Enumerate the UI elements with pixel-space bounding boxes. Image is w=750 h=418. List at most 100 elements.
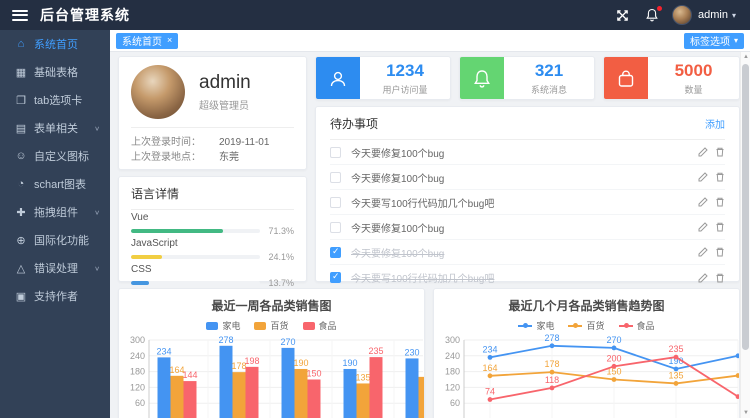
edit-icon[interactable] xyxy=(698,147,708,157)
edit-icon[interactable] xyxy=(698,273,708,283)
progress-fill xyxy=(131,255,162,259)
delete-icon[interactable] xyxy=(715,273,725,283)
bell-icon xyxy=(460,57,504,100)
todo-add-button[interactable]: 添加 xyxy=(705,116,725,131)
sidebar-item-custom-icons[interactable]: ☺ 自定义图标 xyxy=(0,142,110,170)
todo-checkbox[interactable] xyxy=(330,272,341,283)
legend-swatch xyxy=(254,322,266,330)
stat-card-quantity: 5000 数量 xyxy=(603,56,740,100)
svg-text:278: 278 xyxy=(544,334,559,343)
todo-text: 今天要修复100个bug xyxy=(351,220,444,235)
sidebar-item-label: tab选项卡 xyxy=(34,92,82,108)
home-icon: ⌂ xyxy=(14,38,28,50)
edit-icon[interactable] xyxy=(698,197,708,207)
top-header: 后台管理系统 admin ▾ xyxy=(0,0,750,30)
sidebar-item-schart[interactable]: ◔ schart图表 xyxy=(0,170,110,198)
edit-icon[interactable] xyxy=(698,222,708,232)
tag-bar: 系统首页 × 标签选项 ▾ xyxy=(110,30,750,52)
divider xyxy=(131,127,294,128)
svg-text:200: 200 xyxy=(606,353,621,363)
line-chart: 6012018024030023427827019016417815013574… xyxy=(434,334,739,418)
line-chart-title: 最近几个月各品类销售趋势图 xyxy=(434,297,739,314)
sidebar-item-drag[interactable]: ✚ 拖拽组件 ∨ xyxy=(0,198,110,226)
sidebar-item-label: 拖拽组件 xyxy=(34,204,78,220)
language-row-javascript: JavaScript 24.1% xyxy=(131,238,294,262)
svg-text:74: 74 xyxy=(485,387,495,397)
legend-item[interactable]: 百货 xyxy=(568,319,604,332)
language-row-vue: Vue 71.3% xyxy=(131,212,294,236)
sidebar-item-tabs[interactable]: ❐ tab选项卡 xyxy=(0,86,110,114)
svg-text:60: 60 xyxy=(450,398,460,408)
bar-chart-card: 最近一周各品类销售图 家电 百货 食品 60120180240300234278… xyxy=(118,288,425,418)
svg-text:120: 120 xyxy=(130,382,145,392)
scroll-down-arrow[interactable]: ▼ xyxy=(741,408,750,418)
todo-item: 今天要修复100个bug xyxy=(330,165,725,190)
close-icon[interactable]: × xyxy=(167,36,172,45)
svg-text:278: 278 xyxy=(218,335,233,345)
notification-bell-icon[interactable] xyxy=(644,7,660,23)
fullscreen-icon[interactable] xyxy=(614,7,630,23)
stat-value: 5000 xyxy=(675,61,713,81)
language-row-css: CSS 13.7% xyxy=(131,264,294,288)
legend-item[interactable]: 家电 xyxy=(206,319,240,332)
todo-checkbox[interactable] xyxy=(330,197,341,208)
app-window: 后台管理系统 admin ▾ ⌂ 系统首页 ▦ 基础表格 ❐ tab选项卡 xyxy=(0,0,750,418)
sidebar-item-support[interactable]: ▣ 支持作者 xyxy=(0,282,110,310)
todo-checkbox[interactable] xyxy=(330,247,341,258)
svg-text:60: 60 xyxy=(135,398,145,408)
divider xyxy=(131,209,294,210)
todo-checkbox[interactable] xyxy=(330,222,341,233)
legend-item[interactable]: 食品 xyxy=(303,319,337,332)
progress-fill xyxy=(131,229,223,233)
todo-text: 今天要写100行代码加几个bug吧 xyxy=(351,270,494,285)
chevron-down-icon: ▾ xyxy=(734,36,738,45)
sidebar-item-forms[interactable]: ▤ 表单相关 ∨ xyxy=(0,114,110,142)
scrollbar-thumb[interactable] xyxy=(742,64,749,350)
avatar[interactable] xyxy=(672,5,692,25)
svg-text:270: 270 xyxy=(606,335,621,345)
todo-checkbox[interactable] xyxy=(330,147,341,158)
sidebar-item-i18n[interactable]: ⊕ 国际化功能 xyxy=(0,226,110,254)
legend-swatch xyxy=(206,322,218,330)
profile-avatar xyxy=(131,65,185,119)
sidebar-item-error[interactable]: △ 错误处理 ∨ xyxy=(0,254,110,282)
stat-value: 1234 xyxy=(386,61,424,81)
chevron-down-icon[interactable]: ▾ xyxy=(732,11,736,20)
form-icon: ▤ xyxy=(14,122,28,135)
scroll-up-arrow[interactable]: ▲ xyxy=(741,52,750,62)
edit-icon[interactable] xyxy=(698,247,708,257)
svg-text:230: 230 xyxy=(404,347,419,357)
legend-item[interactable]: 百货 xyxy=(254,319,288,332)
delete-icon[interactable] xyxy=(715,247,725,257)
todo-item: 今天要写100行代码加几个bug吧 xyxy=(330,190,725,215)
todo-item: 今天要写100行代码加几个bug吧 xyxy=(330,265,725,290)
edit-icon[interactable] xyxy=(698,172,708,182)
sidebar-item-basic-table[interactable]: ▦ 基础表格 xyxy=(0,58,110,86)
username[interactable]: admin xyxy=(698,9,728,21)
delete-icon[interactable] xyxy=(715,147,725,157)
bar-chart-legend: 家电 百货 食品 xyxy=(119,319,424,332)
sidebar-nav: ⌂ 系统首页 ▦ 基础表格 ❐ tab选项卡 ▤ 表单相关 ∨ ☺ 自定义图标 … xyxy=(0,30,110,418)
delete-icon[interactable] xyxy=(715,172,725,182)
progress-track xyxy=(131,281,260,285)
tag-options-button[interactable]: 标签选项 ▾ xyxy=(684,33,744,49)
legend-item[interactable]: 家电 xyxy=(518,319,554,332)
legend-line-marker xyxy=(568,325,582,327)
delete-icon[interactable] xyxy=(715,222,725,232)
sidebar-item-label: 表单相关 xyxy=(34,120,78,136)
legend-item[interactable]: 食品 xyxy=(619,319,655,332)
hamburger-menu-icon[interactable] xyxy=(12,10,28,21)
todo-item: 今天要修复100个bug xyxy=(330,240,725,265)
svg-text:135: 135 xyxy=(355,372,370,382)
globe-icon: ⊕ xyxy=(14,234,28,247)
delete-icon[interactable] xyxy=(715,197,725,207)
todo-title: 待办事项 xyxy=(330,115,378,132)
user-icon xyxy=(316,57,360,100)
todo-checkbox[interactable] xyxy=(330,172,341,183)
sidebar-item-label: schart图表 xyxy=(34,176,86,192)
sidebar-item-label: 自定义图标 xyxy=(34,148,89,164)
main-content: admin 超级管理员 上次登录时间：2019-11-01 上次登录地点：东莞 … xyxy=(110,52,750,418)
tab-home[interactable]: 系统首页 × xyxy=(116,33,178,49)
sidebar-item-home[interactable]: ⌂ 系统首页 xyxy=(0,30,110,58)
svg-text:178: 178 xyxy=(544,359,559,369)
